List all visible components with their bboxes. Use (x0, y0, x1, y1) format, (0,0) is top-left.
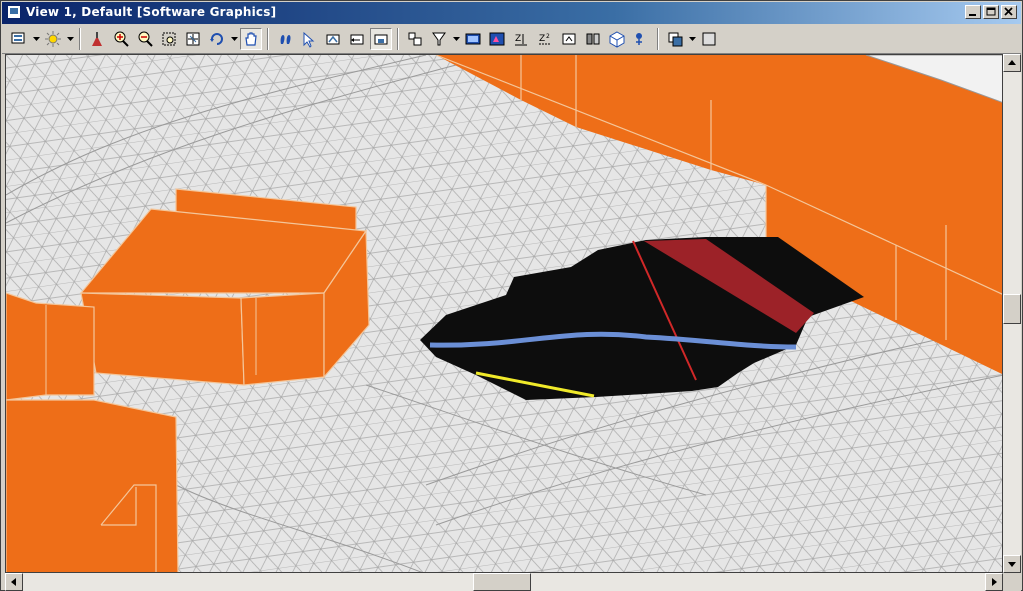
title-bar[interactable]: View 1, Default [Software Graphics] (2, 2, 1021, 24)
display-set-icon (465, 33, 481, 45)
close-button[interactable] (1001, 5, 1017, 19)
fit-view-icon (186, 32, 200, 46)
3d-scene[interactable] (6, 55, 1003, 573)
view-attributes-button[interactable] (8, 28, 30, 50)
dropdown-arrow-button[interactable] (452, 28, 460, 50)
view-display-mode-icon (489, 32, 505, 46)
walk-button[interactable] (274, 28, 296, 50)
view-window-icon[interactable] (7, 5, 21, 19)
scroll-up-button[interactable] (1003, 54, 1021, 72)
toolbar-separator (267, 28, 269, 50)
clip-volume-button[interactable] (404, 28, 426, 50)
scroll-down-button[interactable] (1003, 555, 1021, 573)
window-area-icon (162, 32, 176, 46)
size-grip (1003, 573, 1021, 591)
copy-view-button[interactable] (606, 28, 628, 50)
chevron-down-icon (688, 36, 696, 41)
arrow-up-icon (1008, 60, 1016, 65)
view-previous-button[interactable] (298, 28, 320, 50)
horizontal-scrollbar[interactable] (5, 573, 1003, 591)
rotate-view-button[interactable] (206, 28, 228, 50)
isometric-cube-icon (636, 33, 642, 45)
zoom-out-icon (138, 31, 153, 47)
svg-text:2: 2 (546, 33, 550, 40)
scroll-left-button[interactable] (5, 573, 23, 591)
update-view-icon (92, 32, 102, 46)
svg-text:Z: Z (515, 34, 521, 44)
dropdown-arrow-button[interactable] (688, 28, 696, 50)
rotate-view-icon (210, 33, 223, 45)
saved-views-button[interactable] (664, 28, 686, 50)
display-set-button[interactable] (462, 28, 484, 50)
toolbar-separator (657, 28, 659, 50)
maximize-button[interactable] (983, 5, 999, 19)
z-front-icon: Z2 (539, 33, 551, 45)
clip-mask-icon (432, 32, 446, 46)
chevron-down-icon (230, 36, 238, 41)
fit-view-button[interactable] (182, 28, 204, 50)
close-icon (1004, 7, 1013, 16)
graphics-viewport[interactable] (5, 54, 1003, 573)
arrow-down-icon (1008, 562, 1016, 567)
horizontal-scroll-thumb[interactable] (473, 573, 531, 591)
apply-standard-view-icon (350, 34, 364, 45)
isometric-cube-button[interactable] (630, 28, 652, 50)
render-icon: Z (515, 34, 527, 46)
view-attributes-icon (11, 32, 25, 44)
chevron-down-icon (32, 36, 40, 41)
minimize-icon (969, 14, 976, 16)
pan-view-icon (245, 32, 257, 46)
window-area-button[interactable] (158, 28, 180, 50)
view-display-mode-button[interactable] (486, 28, 508, 50)
clip-volume-icon (408, 32, 422, 46)
dropdown-arrow-button[interactable] (66, 28, 74, 50)
display-style-button[interactable] (42, 28, 64, 50)
view-groups-button[interactable] (698, 28, 720, 50)
zoom-in-button[interactable] (110, 28, 132, 50)
clip-mask-button[interactable] (428, 28, 450, 50)
toolbar-separator (79, 28, 81, 50)
apply-standard-view-button[interactable] (346, 28, 368, 50)
chevron-down-icon (452, 36, 460, 41)
chevron-down-icon (66, 36, 74, 41)
minimize-button[interactable] (965, 5, 981, 19)
saved-views-icon (668, 32, 683, 47)
update-view-button[interactable] (86, 28, 108, 50)
walk-icon (280, 35, 291, 44)
view-window: View 1, Default [Software Graphics] ZZ2 (0, 0, 1023, 591)
zoom-in-icon (114, 31, 129, 47)
z-back-icon (562, 33, 576, 45)
copy-view-icon (609, 31, 625, 48)
maximize-icon (986, 7, 996, 16)
view-next-icon (326, 34, 340, 45)
arrow-left-icon (11, 578, 16, 586)
view-rotation-icon (586, 33, 600, 45)
z-front-button[interactable]: Z2 (534, 28, 556, 50)
pan-view-button[interactable] (240, 28, 262, 50)
toolbar-separator (397, 28, 399, 50)
view-previous-icon (303, 31, 315, 48)
render-button[interactable]: Z (510, 28, 532, 50)
z-back-button[interactable] (558, 28, 580, 50)
scroll-right-button[interactable] (985, 573, 1003, 591)
view-toolbar: ZZ2 (2, 25, 1021, 54)
view-next-button[interactable] (322, 28, 344, 50)
dropdown-arrow-button[interactable] (32, 28, 40, 50)
camera-icon (374, 34, 388, 45)
vertical-scrollbar[interactable] (1003, 54, 1021, 573)
vertical-scroll-thumb[interactable] (1003, 294, 1021, 324)
dropdown-arrow-button[interactable] (230, 28, 238, 50)
view-rotation-button[interactable] (582, 28, 604, 50)
camera-button[interactable] (370, 28, 392, 50)
zoom-out-button[interactable] (134, 28, 156, 50)
svg-text:Z: Z (539, 34, 545, 44)
arrow-right-icon (992, 578, 997, 586)
window-title: View 1, Default [Software Graphics] (26, 5, 277, 19)
display-style-icon (45, 31, 61, 47)
view-groups-icon (702, 32, 716, 46)
